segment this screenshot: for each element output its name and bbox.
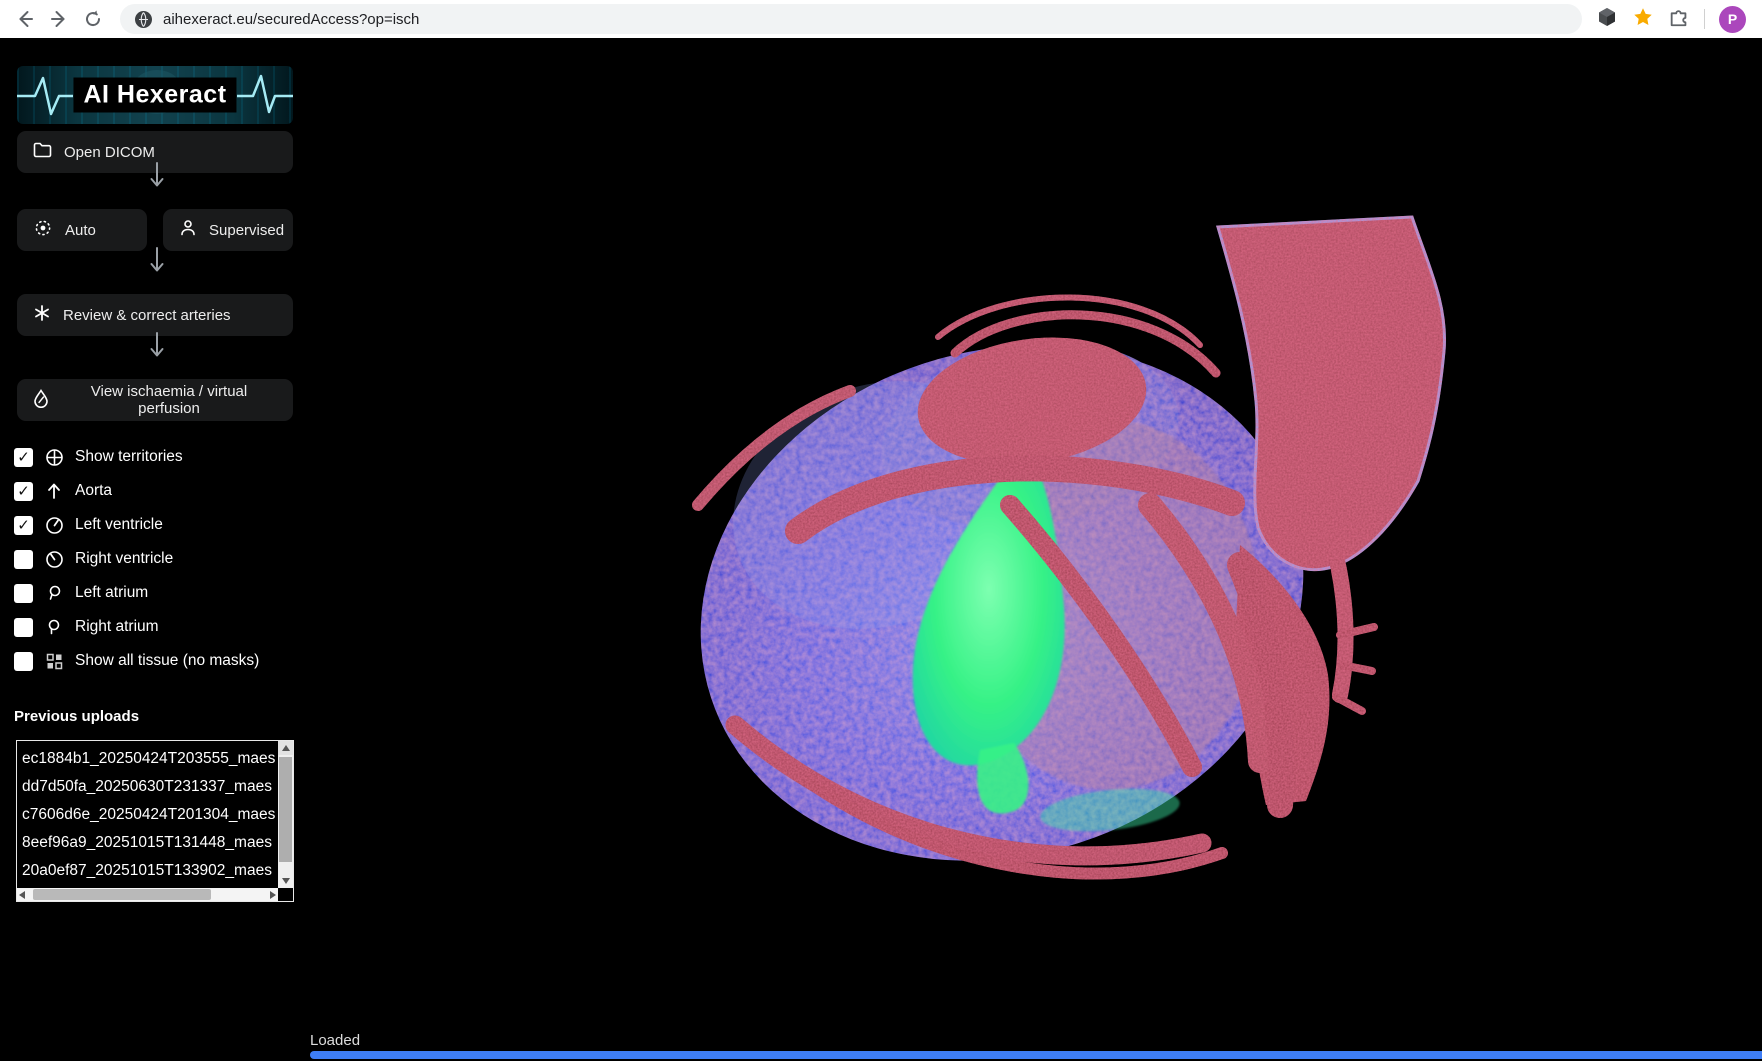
circle-plus-icon [44,447,64,467]
toggle-left-atrium[interactable]: Left atrium [14,578,300,608]
person-icon [179,219,197,241]
progress-bar [310,1051,1762,1059]
toggle-label: Left ventricle [75,516,163,534]
horizontal-scrollbar[interactable] [17,888,278,901]
arrow-up-icon [44,481,64,501]
vertical-scroll-thumb[interactable] [279,757,292,862]
vertical-scrollbar[interactable] [278,741,293,888]
checkbox[interactable] [14,516,33,535]
checkbox[interactable] [14,550,33,569]
grid-icon [44,651,64,671]
scroll-up-icon[interactable] [278,741,293,755]
app-root: AI Hexeract Open DICOM Auto Supervised R… [0,38,1762,1061]
scroll-left-icon[interactable] [19,888,25,901]
circle-tail-mirror-icon [44,617,64,637]
browser-toolbar: aihexeract.eu/securedAccess?op=isch P [0,0,1762,38]
toggle-label: Right atrium [75,618,159,636]
auto-label: Auto [65,222,96,239]
logo-pill: AI Hexeract [73,78,236,113]
folder-icon [33,142,52,162]
checkbox[interactable] [14,584,33,603]
scroll-down-icon[interactable] [278,874,293,888]
clock-11-icon [44,549,64,569]
toggle-label: Right ventricle [75,550,173,568]
reload-button[interactable] [76,2,110,36]
upload-item[interactable]: 20a0ef87_20251015T133902_maes [22,857,278,885]
toggle-label: Show all tissue (no masks) [75,652,259,670]
toolbar-divider [1704,9,1705,29]
review-arteries-label: Review & correct arteries [63,307,231,324]
previous-uploads-heading: Previous uploads [14,708,139,725]
toggle-label: Show territories [75,448,183,466]
checkbox[interactable] [14,618,33,637]
droplet-icon [33,389,49,412]
back-button[interactable] [8,2,42,36]
toggle-show-territories[interactable]: Show territories [14,442,300,472]
site-info-icon[interactable] [134,10,153,29]
flow-arrow-icon [7,160,307,195]
asterisk-icon [33,304,51,326]
profile-avatar[interactable]: P [1719,6,1746,33]
flow-arrow-icon [7,245,307,280]
render-viewport[interactable]: Loaded [300,38,1762,1061]
toggle-right-ventricle[interactable]: Right ventricle [14,544,300,574]
ischaemia-label: View ischaemia / virtual perfusion [61,383,277,417]
bookmark-star-icon[interactable] [1632,6,1654,33]
upload-item[interactable]: ec1884b1_20250424T203555_maes [22,745,278,773]
url-bar[interactable]: aihexeract.eu/securedAccess?op=isch [120,4,1582,34]
open-dicom-label: Open DICOM [64,144,155,161]
forward-button[interactable] [42,2,76,36]
app-logo: AI Hexeract [17,66,293,124]
upload-item[interactable]: 8eef96a9_20251015T131448_maes [22,829,278,857]
checkbox[interactable] [14,448,33,467]
toggle-left-ventricle[interactable]: Left ventricle [14,510,300,540]
logo-title: AI Hexeract [83,81,226,109]
flow-arrow-icon [7,330,307,365]
supervised-label: Supervised [209,222,284,239]
ischaemia-button[interactable]: View ischaemia / virtual perfusion [17,379,293,421]
upload-item[interactable]: c7606d6e_20250424T201304_maes [22,801,278,829]
toggle-right-atrium[interactable]: Right atrium [14,612,300,642]
previous-uploads-list[interactable]: ec1884b1_20250424T203555_maes dd7d50fa_2… [16,740,294,902]
scroll-right-icon[interactable] [270,888,276,901]
status-text: Loaded [310,1032,360,1049]
checkbox[interactable] [14,482,33,501]
toggle-aorta[interactable]: Aorta [14,476,300,506]
upload-items: ec1884b1_20250424T203555_maes dd7d50fa_2… [17,741,278,888]
chrome-right-controls: P [1596,6,1746,33]
url-text: aihexeract.eu/securedAccess?op=isch [163,11,419,28]
extensions-puzzle-icon[interactable] [1668,6,1690,33]
toggle-label: Aorta [75,482,112,500]
clock-1-icon [44,515,64,535]
toggle-label: Left atrium [75,584,148,602]
checkbox[interactable] [14,652,33,671]
auto-sparkle-icon [33,218,53,242]
upload-item[interactable]: dd7d50fa_20250630T231337_maes [22,773,278,801]
horizontal-scroll-thumb[interactable] [33,889,211,900]
circle-tail-icon [44,583,64,603]
toggle-show-all-tissue[interactable]: Show all tissue (no masks) [14,646,300,676]
extension-cube-icon[interactable] [1596,6,1618,33]
heart-volume-render[interactable] [680,205,1470,885]
